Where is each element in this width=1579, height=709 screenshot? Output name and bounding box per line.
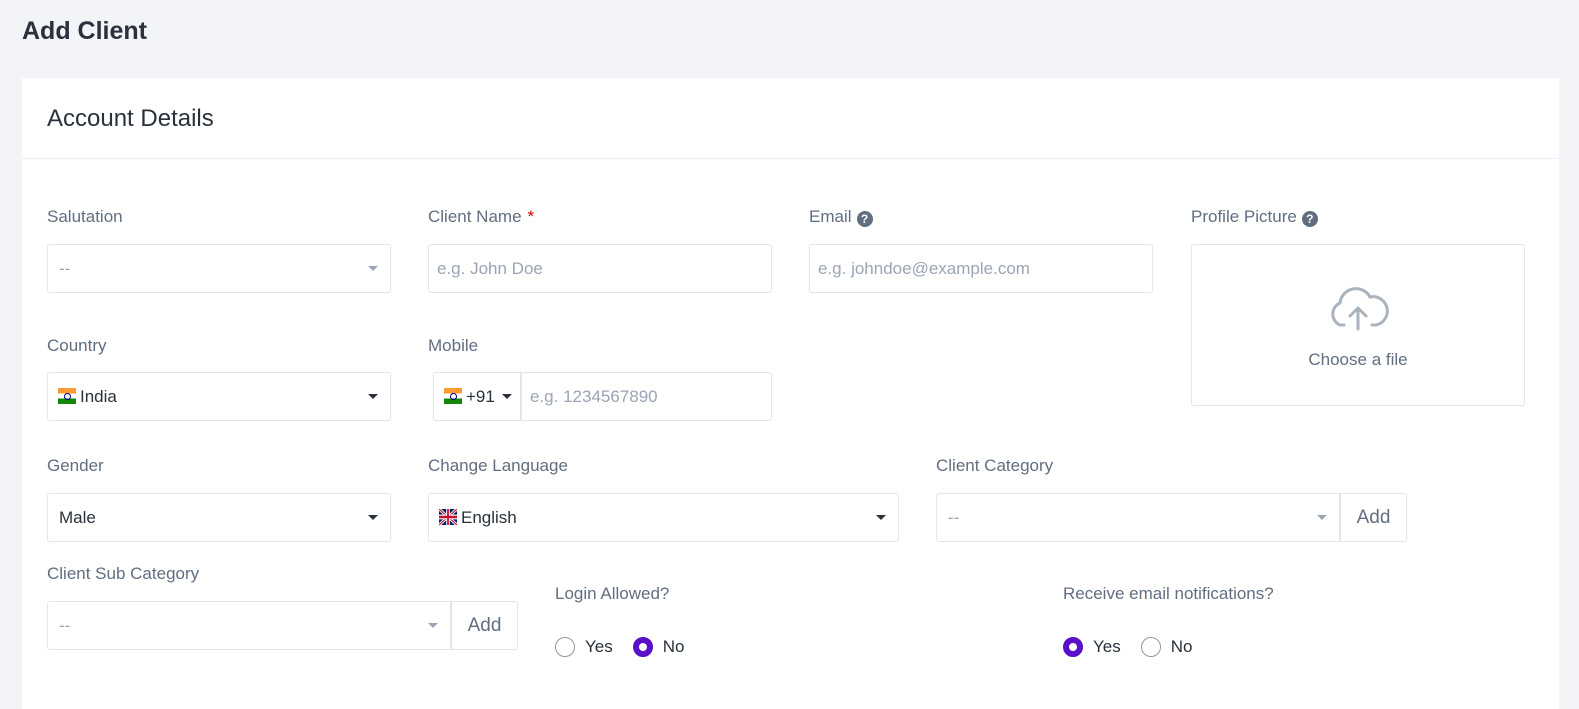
gender-select[interactable]: Male (47, 493, 391, 542)
chevron-down-icon (502, 394, 512, 399)
salutation-label: Salutation (47, 207, 123, 226)
help-icon[interactable]: ? (1301, 211, 1318, 227)
mobile-input[interactable] (522, 373, 771, 420)
language-selected: English (439, 508, 517, 528)
client-sub-category-label: Client Sub Category (47, 564, 200, 583)
india-flag-icon (58, 388, 76, 404)
country-code-selected: +91 (444, 387, 495, 407)
page-title: Add Client (22, 17, 147, 45)
chevron-down-icon (368, 515, 378, 520)
profile-picture-dropzone[interactable]: Choose a file (1191, 244, 1525, 406)
login-allowed-no[interactable]: No (632, 637, 685, 657)
client-name-field[interactable] (428, 244, 772, 293)
radio-checked-icon[interactable] (632, 637, 653, 657)
chevron-down-icon (428, 623, 438, 628)
radio-label: No (1170, 637, 1193, 656)
card-title: Account Details (47, 105, 214, 132)
help-icon[interactable]: ? (856, 211, 873, 227)
chevron-down-icon (368, 266, 378, 271)
india-flag-icon (444, 388, 462, 404)
radio-unchecked-icon[interactable] (1140, 637, 1161, 657)
account-details-card: Account Details Salutation -- Client Nam… (22, 78, 1559, 709)
client-name-input[interactable] (429, 245, 771, 292)
chevron-down-icon (368, 394, 378, 399)
profile-picture-label-text: Profile Picture (1191, 207, 1297, 226)
add-client-category-button[interactable]: Add (1340, 493, 1407, 542)
email-label-text: Email (809, 207, 852, 226)
email-notifications-yes[interactable]: Yes (1063, 637, 1121, 657)
radio-label: Yes (585, 637, 613, 656)
country-label: Country (47, 336, 107, 355)
country-value: India (80, 387, 117, 406)
radio-label: No (662, 637, 685, 656)
uk-flag-icon (439, 509, 457, 525)
country-select[interactable]: India (47, 372, 391, 421)
card-header: Account Details (22, 78, 1559, 159)
language-label: Change Language (428, 456, 568, 475)
upload-text: Choose a file (1308, 350, 1408, 369)
chevron-down-icon (876, 515, 886, 520)
mobile-label: Mobile (428, 336, 479, 355)
client-category-label: Client Category (936, 456, 1054, 475)
country-code-value: +91 (466, 387, 495, 406)
email-label: Email? (809, 207, 873, 227)
gender-value: Male (59, 508, 96, 527)
salutation-select[interactable]: -- (47, 244, 391, 293)
cloud-upload-icon (1331, 287, 1389, 331)
radio-label: Yes (1093, 637, 1121, 656)
country-code-select[interactable]: +91 (433, 372, 521, 421)
client-sub-category-value: -- (59, 616, 71, 635)
mobile-field[interactable] (521, 372, 772, 421)
salutation-value: -- (59, 259, 71, 278)
radio-checked-icon[interactable] (1063, 637, 1083, 657)
client-name-label-text: Client Name (428, 207, 522, 226)
login-allowed-yes[interactable]: Yes (555, 637, 613, 657)
client-category-select[interactable]: -- (936, 493, 1340, 542)
language-select[interactable]: English (428, 493, 899, 542)
email-notifications-label: Receive email notifications? (1063, 584, 1274, 603)
client-name-label: Client Name * (428, 207, 534, 227)
login-allowed-radio-group: Yes No (555, 637, 704, 657)
email-notifications-radio-group: Yes No (1063, 637, 1212, 657)
language-value: English (461, 508, 517, 527)
client-category-value: -- (948, 508, 960, 527)
radio-unchecked-icon[interactable] (555, 637, 575, 657)
add-client-sub-category-button[interactable]: Add (451, 601, 518, 650)
required-mark: * (527, 207, 535, 226)
email-notifications-no[interactable]: No (1140, 637, 1193, 657)
client-sub-category-select[interactable]: -- (47, 601, 451, 650)
email-field[interactable] (809, 244, 1153, 293)
country-selected: India (58, 387, 117, 407)
chevron-down-icon (1317, 515, 1327, 520)
login-allowed-label: Login Allowed? (555, 584, 670, 603)
profile-picture-label: Profile Picture? (1191, 207, 1318, 227)
email-input[interactable] (810, 245, 1152, 292)
gender-label: Gender (47, 456, 104, 475)
